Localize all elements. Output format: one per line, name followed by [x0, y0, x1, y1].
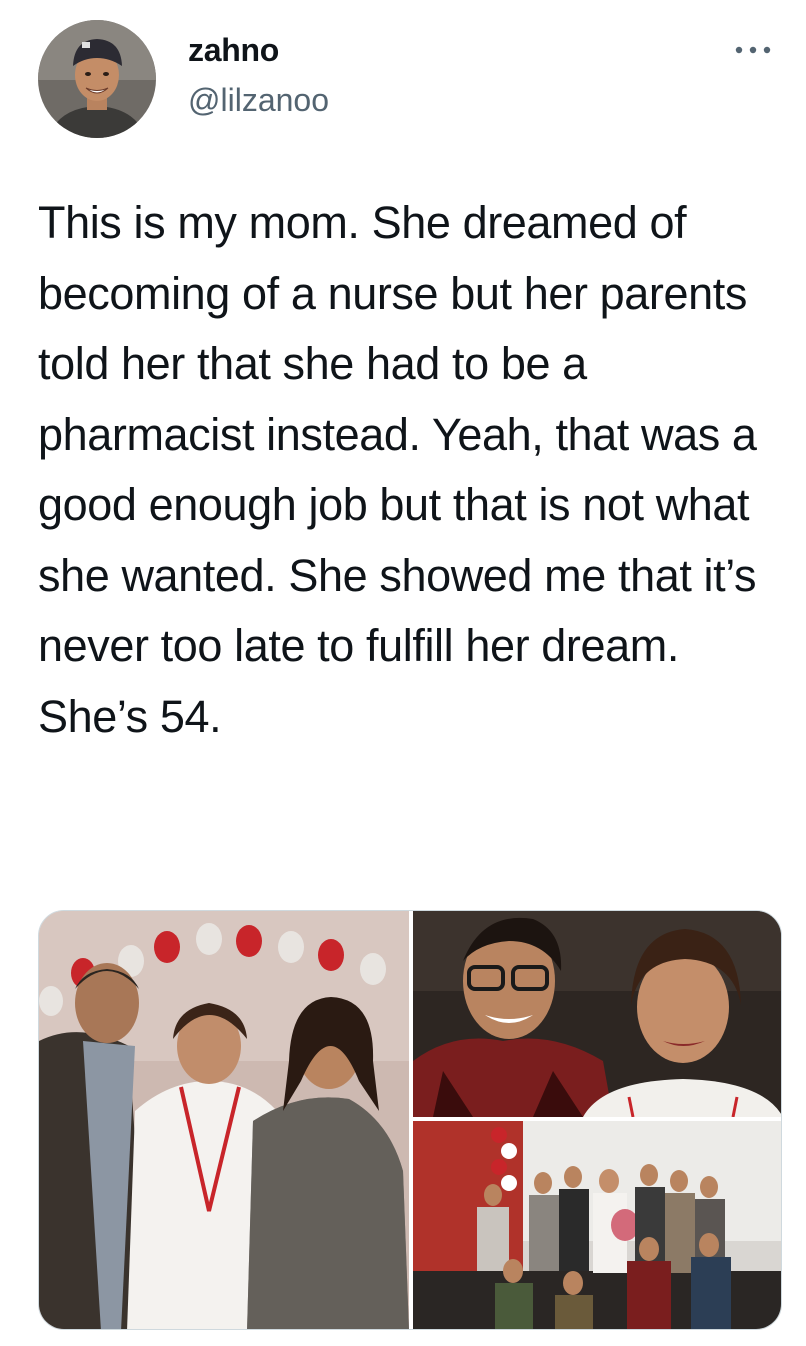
more-horizontal-icon	[735, 46, 771, 54]
display-name[interactable]: zahno	[188, 32, 279, 69]
media-photo-2[interactable]	[413, 911, 781, 1117]
group-photo-icon	[413, 1121, 781, 1329]
selfie-photo-icon	[413, 911, 781, 1117]
media-photo-3[interactable]	[413, 1121, 781, 1329]
tweet: zahno @lilzanoo This is my mom. She drea…	[0, 0, 806, 1346]
more-options-button[interactable]	[728, 30, 778, 70]
media-photo-1[interactable]	[39, 911, 409, 1329]
avatar[interactable]	[38, 20, 156, 138]
user-handle[interactable]: @lilzanoo	[188, 82, 329, 119]
graduation-photo-icon	[39, 911, 409, 1329]
profile-photo-icon	[38, 20, 156, 138]
tweet-text: This is my mom. She dreamed of becoming …	[38, 197, 769, 742]
media-grid	[38, 910, 782, 1330]
